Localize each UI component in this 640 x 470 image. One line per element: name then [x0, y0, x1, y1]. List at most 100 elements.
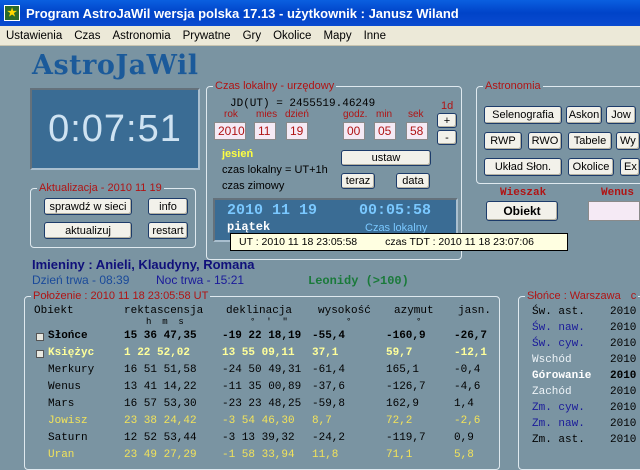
okolice-button[interactable]: Okolice: [568, 158, 614, 176]
object-name: Jowisz: [48, 415, 88, 427]
object-button[interactable]: Obiekt: [486, 201, 558, 221]
ra-value: 12 52 53,44: [124, 432, 197, 444]
mag-value: -4,6: [454, 381, 481, 393]
update-button[interactable]: aktualizuj: [44, 222, 132, 239]
mag-value: -2,6: [454, 415, 481, 427]
app-icon[interactable]: ★: [4, 5, 20, 21]
display-date: 2010 11 19: [227, 202, 318, 219]
ex-button[interactable]: Ex: [620, 158, 640, 176]
sun-event-row: Zm. naw. 2010: [532, 418, 636, 430]
alt-value: 11,8: [312, 449, 339, 461]
row-checkbox[interactable]: [36, 350, 44, 358]
mag-value: -12,1: [454, 347, 488, 359]
sun-event-label: Zm. ast.: [532, 434, 585, 446]
hour-header: godz.: [343, 109, 368, 120]
dec-value: 13 55 09,11: [222, 347, 295, 359]
alt-value: -24,2: [312, 432, 346, 444]
minute-field[interactable]: 05: [374, 122, 396, 140]
menu-mapy[interactable]: Mapy: [317, 30, 357, 42]
az-value: 162,9: [386, 398, 420, 410]
plus-button[interactable]: +: [437, 113, 457, 128]
rwp-button[interactable]: RWP: [484, 132, 522, 150]
window-title: Program AstroJaWil wersja polska 17.13 -…: [26, 5, 459, 21]
dec-value: -3 54 46,30: [222, 415, 295, 427]
dec-value: -11 35 00,89: [222, 381, 302, 393]
year-field[interactable]: 2010: [214, 122, 246, 140]
check-online-button[interactable]: sprawdź w sieci: [44, 198, 132, 215]
alt-value: 37,1: [312, 347, 339, 359]
info-button[interactable]: info: [148, 198, 188, 215]
hour-field[interactable]: 00: [343, 122, 365, 140]
now-button[interactable]: teraz: [341, 173, 375, 189]
sun-event-label: Św. naw.: [532, 322, 585, 334]
sun-event-label: Zm. cyw.: [532, 402, 585, 414]
sun-event-value: 2010: [610, 338, 637, 350]
month-field[interactable]: 11: [254, 122, 276, 140]
update-legend: Aktualizacja - 2010 11 19: [39, 182, 162, 194]
object-name: Saturn: [48, 432, 88, 444]
set-button[interactable]: ustaw: [341, 150, 431, 166]
day-field[interactable]: 19: [286, 122, 308, 140]
minus-button[interactable]: -: [437, 130, 457, 145]
az-value: 71,1: [386, 449, 413, 461]
az-value: -126,7: [386, 381, 426, 393]
astronomy-legend: Astronomia: [485, 80, 541, 92]
sun-event-label: Św. ast.: [532, 306, 585, 318]
az-value: 72,2: [386, 415, 413, 427]
rwo-button[interactable]: RWO: [528, 132, 562, 150]
wenus-field[interactable]: [588, 201, 640, 221]
az-value: -160,9: [386, 330, 426, 342]
sun-event-value: 2010: [610, 434, 637, 446]
mag-value: -0,4: [454, 364, 481, 376]
col-dec: deklinacja: [226, 305, 293, 317]
display-time: 00:05:58: [359, 202, 432, 219]
ra-value: 23 38 24,42: [124, 415, 197, 427]
selenografia-button[interactable]: Selenografia: [484, 106, 562, 124]
alt-value: -59,8: [312, 398, 346, 410]
dec-value: -23 23 48,25: [222, 398, 302, 410]
menu-ustawienia[interactable]: Ustawienia: [0, 30, 68, 42]
ra-value: 15 36 47,35: [124, 330, 197, 342]
sun-event-row: Św. naw. 2010: [532, 322, 636, 334]
col-mag: jasn.: [458, 305, 492, 317]
sun-event-value: 2010: [610, 322, 637, 334]
menu-prywatne[interactable]: Prywatne: [177, 30, 237, 42]
dec-value: -3 13 39,32: [222, 432, 295, 444]
object-name: Mars: [48, 398, 75, 410]
sun-event-label: Św. cyw.: [532, 338, 585, 350]
dec-units: ° ' ": [250, 317, 288, 327]
mag-value: 5,8: [454, 449, 474, 461]
menu-inne[interactable]: Inne: [358, 30, 392, 42]
night-length-label: Noc trwa - 15:21: [156, 273, 245, 287]
wy-button[interactable]: Wy: [616, 132, 640, 150]
sun-event-value: 2010: [610, 354, 637, 366]
date-button[interactable]: data: [396, 173, 430, 189]
ra-value: 16 57 53,30: [124, 398, 197, 410]
dec-value: -19 22 18,19: [222, 330, 302, 342]
menu-bar: Ustawienia Czas Astronomia Prywatne Gry …: [0, 26, 640, 46]
menu-astronomia[interactable]: Astronomia: [106, 30, 176, 42]
sun-event-row: Wschód 2010: [532, 354, 636, 366]
restart-button[interactable]: restart: [148, 222, 188, 239]
meteor-shower-label: Leonidy (>100): [308, 274, 409, 288]
minute-header: min: [376, 109, 393, 120]
sun-event-row: Św. ast. 2010: [532, 306, 636, 318]
year-header: rok: [224, 109, 238, 120]
menu-gry[interactable]: Gry: [237, 30, 268, 42]
row-checkbox[interactable]: [36, 333, 44, 341]
alt-value: 8,7: [312, 415, 332, 427]
second-field[interactable]: 58: [406, 122, 428, 140]
solar-system-button[interactable]: Układ Słon.: [484, 158, 562, 176]
menu-okolice[interactable]: Okolice: [267, 30, 317, 42]
sun-event-row: Zm. cyw. 2010: [532, 402, 636, 414]
digital-clock: 0:07:51: [30, 88, 200, 170]
weekday-label: piątek: [227, 220, 271, 234]
jow-button[interactable]: Jow: [606, 106, 636, 124]
tabele-button[interactable]: Tabele: [568, 132, 612, 150]
app-logo: AstroJaWil: [32, 50, 199, 81]
sun-event-label: Wschód: [532, 354, 572, 366]
menu-czas[interactable]: Czas: [68, 30, 106, 42]
title-bar: ★ Program AstroJaWil wersja polska 17.13…: [0, 0, 640, 26]
askon-button[interactable]: Askon: [566, 106, 602, 124]
object-name: Wenus: [48, 381, 82, 393]
